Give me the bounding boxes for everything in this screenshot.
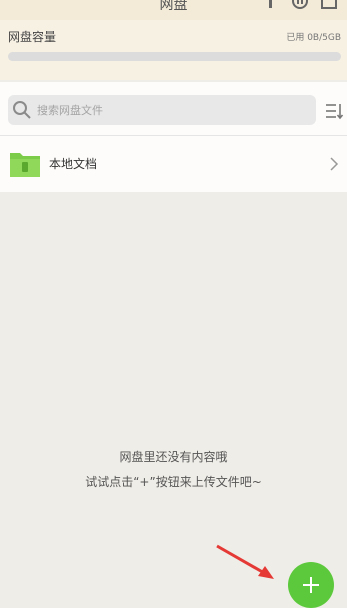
capacity-progress-bar: [8, 52, 341, 61]
annotation-arrow: [216, 544, 274, 579]
folder-name: 本地文档: [49, 157, 98, 171]
folder-icon: [10, 153, 40, 177]
capacity-label: 网盘容量: [8, 30, 57, 44]
sort-icon[interactable]: [325, 101, 345, 121]
add-file-button[interactable]: [288, 562, 334, 608]
empty-state-message: 网盘里还没有内容哦: [119, 450, 228, 464]
file-panel: 搜索网盘文件 本地文档: [0, 82, 347, 192]
search-icon: [13, 101, 31, 119]
empty-state-hint: 试试点击“+”按钮来上传文件吧~: [85, 475, 262, 489]
upload-icon[interactable]: [320, 0, 338, 10]
search-input[interactable]: 搜索网盘文件: [8, 95, 316, 125]
search-placeholder: 搜索网盘文件: [37, 104, 103, 117]
chevron-right-icon: [330, 157, 339, 171]
top-bar: 网盘: [0, 0, 347, 21]
storage-capacity-section: 网盘容量 已用 0B/5GB: [0, 20, 347, 80]
transfer-icon[interactable]: [291, 0, 309, 10]
folder-row-local-documents[interactable]: 本地文档: [0, 136, 347, 192]
plus-icon: [303, 577, 319, 593]
info-icon[interactable]: [262, 0, 280, 10]
capacity-used-text: 已用 0B/5GB: [286, 33, 341, 43]
